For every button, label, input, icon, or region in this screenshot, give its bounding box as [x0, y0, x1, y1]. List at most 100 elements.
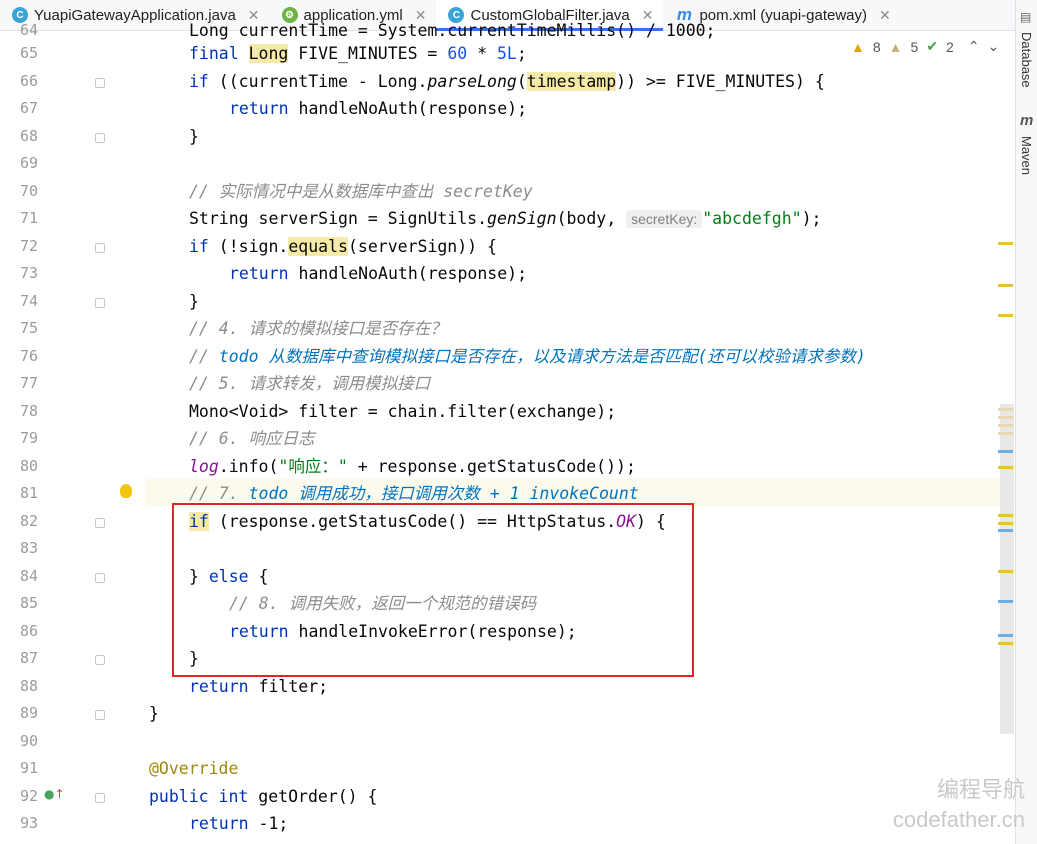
code-line-73: return handleNoAuth(response); [229, 260, 527, 288]
code-line-78: Mono<Void> filter = chain.filter(exchang… [189, 398, 616, 426]
keyword: final [189, 44, 249, 63]
code-text: * [467, 44, 497, 63]
code-text: (body, [556, 209, 627, 228]
error-stripe-mark[interactable] [998, 642, 1013, 645]
error-stripe-mark[interactable] [998, 522, 1013, 525]
todo-comment: todo 调用成功，接口调用次数 + 1 invokeCount [248, 484, 639, 503]
code-line-79: // 6. 响应日志 [189, 425, 315, 453]
todo-comment: todo 从数据库中查询模拟接口是否存在，以及请求方法是否匹配(还可以校验请求参… [218, 347, 866, 366]
todo-stripe-mark[interactable] [998, 634, 1013, 637]
code-text: filter; [248, 677, 329, 696]
typo-count: 2 [946, 38, 954, 55]
code-text: )) >= FIVE_MINUTES) { [616, 72, 825, 91]
code-line-67: return handleNoAuth(response); [229, 95, 527, 123]
keyword: return [189, 677, 249, 696]
code-text: handleNoAuth(response); [288, 264, 528, 283]
code-text: -1; [248, 814, 289, 833]
code-text: ( [516, 72, 527, 91]
code-text: Mono<Void> filter = chain.filter(exchang… [189, 402, 617, 421]
keyword: if [189, 72, 209, 91]
database-icon: ▤ [1020, 10, 1032, 24]
code-text: String serverSign = SignUtils. [189, 209, 488, 228]
comment: // [189, 347, 219, 366]
todo-stripe-mark[interactable] [998, 450, 1013, 453]
string-literal: "响应：" [278, 457, 348, 476]
code-text: getOrder() { [248, 787, 378, 806]
code-line-66: if ((currentTime - Long.parseLong(timest… [189, 68, 825, 96]
code-line-91: @Override [149, 755, 238, 783]
string-literal: "abcdefgh" [702, 209, 802, 228]
todo-stripe-mark[interactable] [998, 600, 1013, 603]
code-text: ; [516, 44, 527, 63]
watermark: 编程导航 codefather.cn [893, 775, 1025, 835]
error-stripe-mark[interactable] [998, 424, 1013, 427]
code-text: timestamp [526, 72, 617, 91]
number-literal: 5L [497, 44, 517, 63]
weak-warning-count: 5 [910, 38, 919, 55]
code-line-68: } [189, 123, 199, 151]
maven-tool-button[interactable]: Maven [1019, 136, 1034, 175]
number-literal: 60 [447, 44, 468, 63]
database-tool-button[interactable]: Database [1019, 32, 1034, 88]
code-text: equals [288, 237, 348, 256]
code-text: } [189, 127, 199, 146]
vertical-scrollbar[interactable] [1000, 404, 1014, 734]
error-stripe-mark[interactable] [998, 416, 1013, 419]
code-line-75: // 4. 请求的模拟接口是否存在？ [189, 315, 447, 343]
comment: // 实际情况中是从数据库中查出 secretKey [189, 182, 533, 201]
chevron-up-icon[interactable]: ⌃ [968, 38, 980, 55]
code-line-92: public int getOrder() { [149, 783, 377, 811]
error-stripe-mark[interactable] [998, 242, 1013, 245]
weak-warning-icon: ▲ [888, 38, 903, 55]
comment: // 4. 请求的模拟接口是否存在？ [189, 319, 447, 338]
annotation-red-box [172, 503, 694, 677]
code-text: (serverSign)) { [347, 237, 497, 256]
code-line-76: // todo 从数据库中查询模拟接口是否存在，以及请求方法是否匹配(还可以校验… [189, 343, 866, 371]
right-tool-stripe: ▤ Database m Maven [1015, 0, 1037, 844]
code-line-72: if (!sign.equals(serverSign)) { [189, 233, 497, 261]
watermark-url: codefather.cn [892, 807, 1025, 832]
code-line-65: final Long FIVE_MINUTES = 60 * 5L; [189, 40, 527, 68]
code-text: Long [248, 44, 289, 63]
typo-check-icon: ✔ [926, 38, 939, 54]
tab-label: pom.xml (yuapi-gateway) [699, 6, 868, 24]
code-text: handleNoAuth(response); [288, 99, 528, 118]
code-text: } [149, 704, 159, 723]
code-text: + response.getStatusCode()); [347, 457, 636, 476]
keyword: if [189, 237, 209, 256]
todo-stripe-mark[interactable] [998, 529, 1013, 532]
error-stripe-mark[interactable] [998, 466, 1013, 469]
error-stripe-mark[interactable] [998, 570, 1013, 573]
method-name: genSign [487, 209, 557, 228]
code-text: (!sign. [208, 237, 289, 256]
code-line-93: return -1; [189, 810, 288, 838]
error-stripe-mark[interactable] [998, 284, 1013, 287]
code-line-77: // 5. 请求转发，调用模拟接口 [189, 370, 430, 398]
annotation: @Override [149, 759, 239, 778]
comment: // 7. [189, 484, 249, 503]
comment: // 5. 请求转发，调用模拟接口 [189, 374, 431, 393]
maven-icon: m [1020, 112, 1034, 129]
parameter-hint: secretKey: [626, 210, 703, 228]
code-editor[interactable]: Long currentTime = System.currentTimeMil… [0, 21, 1015, 844]
keyword: public int [149, 787, 249, 806]
chevron-down-icon[interactable]: ⌄ [988, 38, 1000, 55]
error-stripe-mark[interactable] [998, 408, 1013, 411]
error-stripe-mark[interactable] [998, 514, 1013, 517]
keyword: return [189, 814, 249, 833]
comment: // 6. 响应日志 [189, 429, 315, 448]
close-icon[interactable]: ✕ [879, 7, 891, 24]
keyword: return [229, 264, 289, 283]
warning-icon: ▲ [851, 38, 865, 55]
error-stripe-mark[interactable] [998, 432, 1013, 435]
code-text: Long currentTime = System.currentTimeMil… [189, 21, 716, 40]
code-text: .info( [218, 457, 279, 476]
warning-count: 8 [872, 38, 881, 55]
code-text: FIVE_MINUTES = [288, 44, 448, 63]
inspection-widget[interactable]: ▲ 8 ▲ 5 ✔ 2 ⌃ ⌄ [851, 38, 999, 55]
code-text: ); [801, 209, 822, 228]
keyword: return [229, 99, 289, 118]
error-stripe-mark[interactable] [998, 314, 1013, 317]
code-line-88: return filter; [189, 673, 328, 701]
code-text: ((currentTime - Long. [208, 72, 428, 91]
